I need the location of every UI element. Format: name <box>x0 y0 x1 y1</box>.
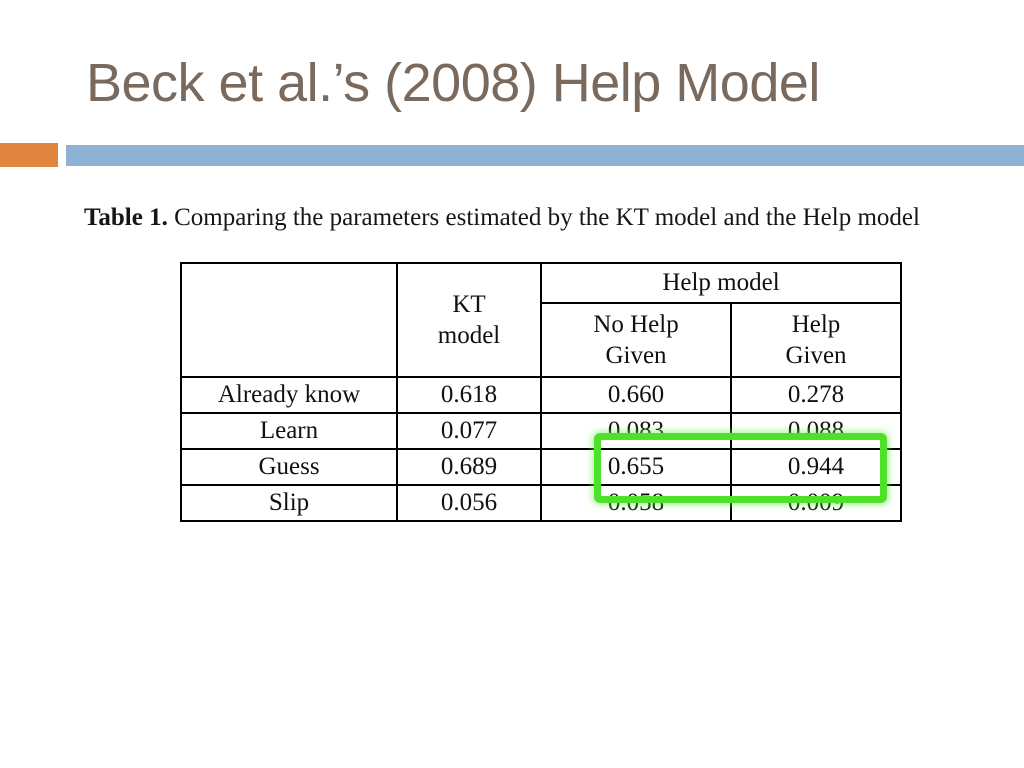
cell-help-given: 0.088 <box>730 412 902 450</box>
cell-no-help-given: 0.655 <box>540 448 732 486</box>
cell-help-given: 0.944 <box>730 448 902 486</box>
cell-kt-model: 0.077 <box>396 412 542 450</box>
table-caption-label: Table 1. <box>84 204 168 231</box>
help-line-1: Help <box>791 311 841 338</box>
row-label: Learn <box>180 412 398 450</box>
cell-kt-model: 0.618 <box>396 376 542 414</box>
parameter-table: KT model Help model No Help Given Help G… <box>180 262 902 522</box>
cell-kt-model: 0.689 <box>396 448 542 486</box>
cell-help-given: 0.278 <box>730 376 902 414</box>
table-row: Learn 0.077 0.083 0.088 <box>180 412 902 450</box>
table-body: Already know 0.618 0.660 0.278 Learn 0.0… <box>180 376 902 522</box>
cell-help-given: 0.009 <box>730 484 902 522</box>
table-header-kt-model: KT model <box>396 262 542 378</box>
page-title: Beck et al.’s (2008) Help Model <box>86 53 820 113</box>
cell-no-help-given: 0.058 <box>540 484 732 522</box>
row-label: Slip <box>180 484 398 522</box>
table-header-corner-cell <box>180 262 398 378</box>
divider-accent-block <box>0 143 58 167</box>
divider-main-bar <box>66 145 1024 166</box>
table-row: Slip 0.056 0.058 0.009 <box>180 484 902 522</box>
row-label: Already know <box>180 376 398 414</box>
table-row: Guess 0.689 0.655 0.944 <box>180 448 902 486</box>
kt-model-line-2: model <box>437 322 501 349</box>
table-header-help-given: Help Given <box>730 302 902 378</box>
no-help-line-1: No Help <box>593 311 679 338</box>
table-row: Already know 0.618 0.660 0.278 <box>180 376 902 414</box>
row-label: Guess <box>180 448 398 486</box>
table-caption: Table 1. Comparing the parameters estima… <box>84 203 1004 233</box>
help-line-2: Given <box>785 342 847 369</box>
table-header-no-help-given: No Help Given <box>540 302 732 378</box>
no-help-line-2: Given <box>605 342 667 369</box>
table-header: KT model Help model No Help Given Help G… <box>180 262 902 378</box>
cell-kt-model: 0.056 <box>396 484 542 522</box>
divider <box>0 142 1024 168</box>
table-header-help-model: Help model <box>540 262 902 304</box>
cell-no-help-given: 0.083 <box>540 412 732 450</box>
cell-no-help-given: 0.660 <box>540 376 732 414</box>
kt-model-line-1: KT <box>452 291 486 318</box>
table-header-row-1: KT model Help model <box>180 262 902 378</box>
table-caption-text: Comparing the parameters estimated by th… <box>167 204 920 231</box>
parameter-table-container: KT model Help model No Help Given Help G… <box>180 262 902 522</box>
